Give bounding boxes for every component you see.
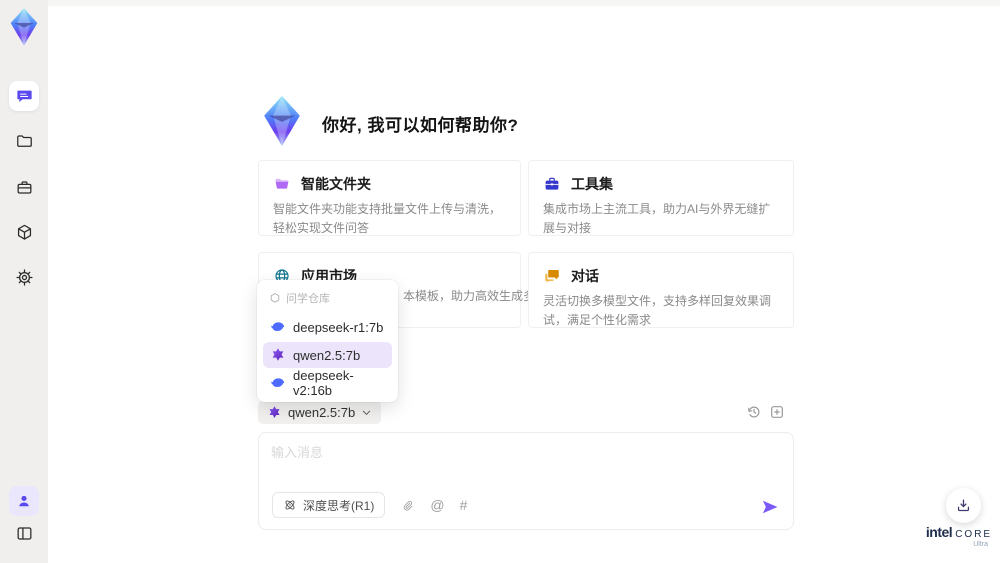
gear-icon [15, 268, 34, 287]
toolset-icon [543, 175, 561, 193]
deepseek-icon [270, 375, 286, 391]
paperclip-icon[interactable] [400, 498, 415, 513]
dialog-icon [543, 267, 561, 285]
hash-icon[interactable]: # [460, 498, 468, 512]
chevron-down-icon [361, 407, 372, 418]
model-dropdown-header: 问学仓库 [263, 286, 392, 312]
greeting-logo-icon [260, 96, 304, 146]
model-dropdown: 问学仓库 deepseek-r1:7b qwen2.5:7b deepseek-… [257, 280, 398, 402]
sidebar-item-panel[interactable] [9, 518, 39, 548]
model-selector[interactable]: qwen2.5:7b [258, 401, 382, 424]
card-desc: 智能文件夹功能支持批量文件上传与清洗，轻松实现文件问答 [273, 202, 502, 235]
card-desc: 集成市场上主流工具，助力AI与外界无缝扩展与对接 [543, 202, 771, 235]
card-smart-folder[interactable]: 智能文件夹 智能文件夹功能支持批量文件上传与清洗，轻松实现文件问答 [258, 160, 521, 236]
sidebar-item-models[interactable] [9, 217, 39, 247]
send-icon[interactable] [760, 497, 780, 517]
card-desc-visible-fragment: 本模板，助力高效生成多 [403, 289, 536, 303]
user-icon [15, 492, 33, 510]
intel-core-logo: intel core Ultra [926, 524, 992, 548]
message-input[interactable] [271, 442, 771, 484]
repo-icon [269, 292, 281, 304]
sidebar [0, 0, 48, 563]
card-title: 工具集 [571, 176, 613, 192]
chat-icon [15, 87, 34, 106]
smart-folder-icon [273, 175, 291, 193]
model-option-label: qwen2.5:7b [293, 347, 361, 363]
ultra-label: Ultra [973, 541, 988, 548]
new-chat-icon[interactable] [769, 404, 785, 420]
deepseek-icon [270, 319, 286, 335]
card-title: 对话 [571, 268, 599, 284]
sidebar-item-folders[interactable] [9, 126, 39, 156]
history-icon[interactable] [746, 404, 762, 420]
app-logo-icon [8, 6, 40, 48]
panel-icon [15, 524, 34, 543]
card-desc: 灵活切换多模型文件，支持多样回复效果调试，满足个性化需求 [543, 294, 772, 327]
model-repo-label: 问学仓库 [286, 293, 330, 305]
deep-think-button[interactable]: 深度思考(R1) [272, 492, 386, 518]
sidebar-item-tools[interactable] [9, 172, 39, 202]
card-dialog[interactable]: 对话 灵活切换多模型文件，支持多样回复效果调试，满足个性化需求 [528, 252, 794, 328]
qwen-icon [270, 347, 286, 363]
qwen-icon [267, 405, 282, 420]
card-title: 智能文件夹 [301, 176, 371, 192]
download-icon [955, 497, 972, 514]
model-option-label: deepseek-r1:7b [293, 319, 384, 335]
model-option-deepseek-v2[interactable]: deepseek-v2:16b [263, 368, 392, 398]
composer: 深度思考(R1) @ # [258, 432, 794, 530]
download-button[interactable] [946, 488, 981, 523]
greeting-title: 你好, 我可以如何帮助你? [322, 116, 519, 135]
toolbox-icon [15, 178, 34, 197]
intel-wordmark: intel [925, 524, 953, 540]
sidebar-item-settings[interactable] [9, 262, 39, 292]
titlebar-strip [48, 0, 1000, 6]
sidebar-item-account[interactable] [9, 486, 39, 516]
sidebar-item-chat[interactable] [9, 81, 39, 111]
app-window: 你好, 我可以如何帮助你? 智能文件夹 智能文件夹功能支持批量文件上传与清洗，轻… [0, 0, 1000, 563]
cube-icon [15, 223, 34, 242]
selected-model-label: qwen2.5:7b [288, 405, 356, 420]
folder-icon [15, 132, 34, 151]
card-toolset[interactable]: 工具集 集成市场上主流工具，助力AI与外界无缝扩展与对接 [528, 160, 794, 236]
at-icon[interactable]: @ [430, 498, 444, 512]
deep-think-label: 深度思考(R1) [303, 498, 375, 513]
model-option-label: deepseek-v2:16b [293, 368, 354, 398]
core-wordmark: core [955, 529, 993, 540]
model-option-deepseek-r1[interactable]: deepseek-r1:7b [263, 314, 392, 340]
model-option-qwen[interactable]: qwen2.5:7b [263, 342, 392, 368]
composer-toolbar: 深度思考(R1) @ # [272, 492, 467, 518]
atom-icon [283, 498, 297, 512]
